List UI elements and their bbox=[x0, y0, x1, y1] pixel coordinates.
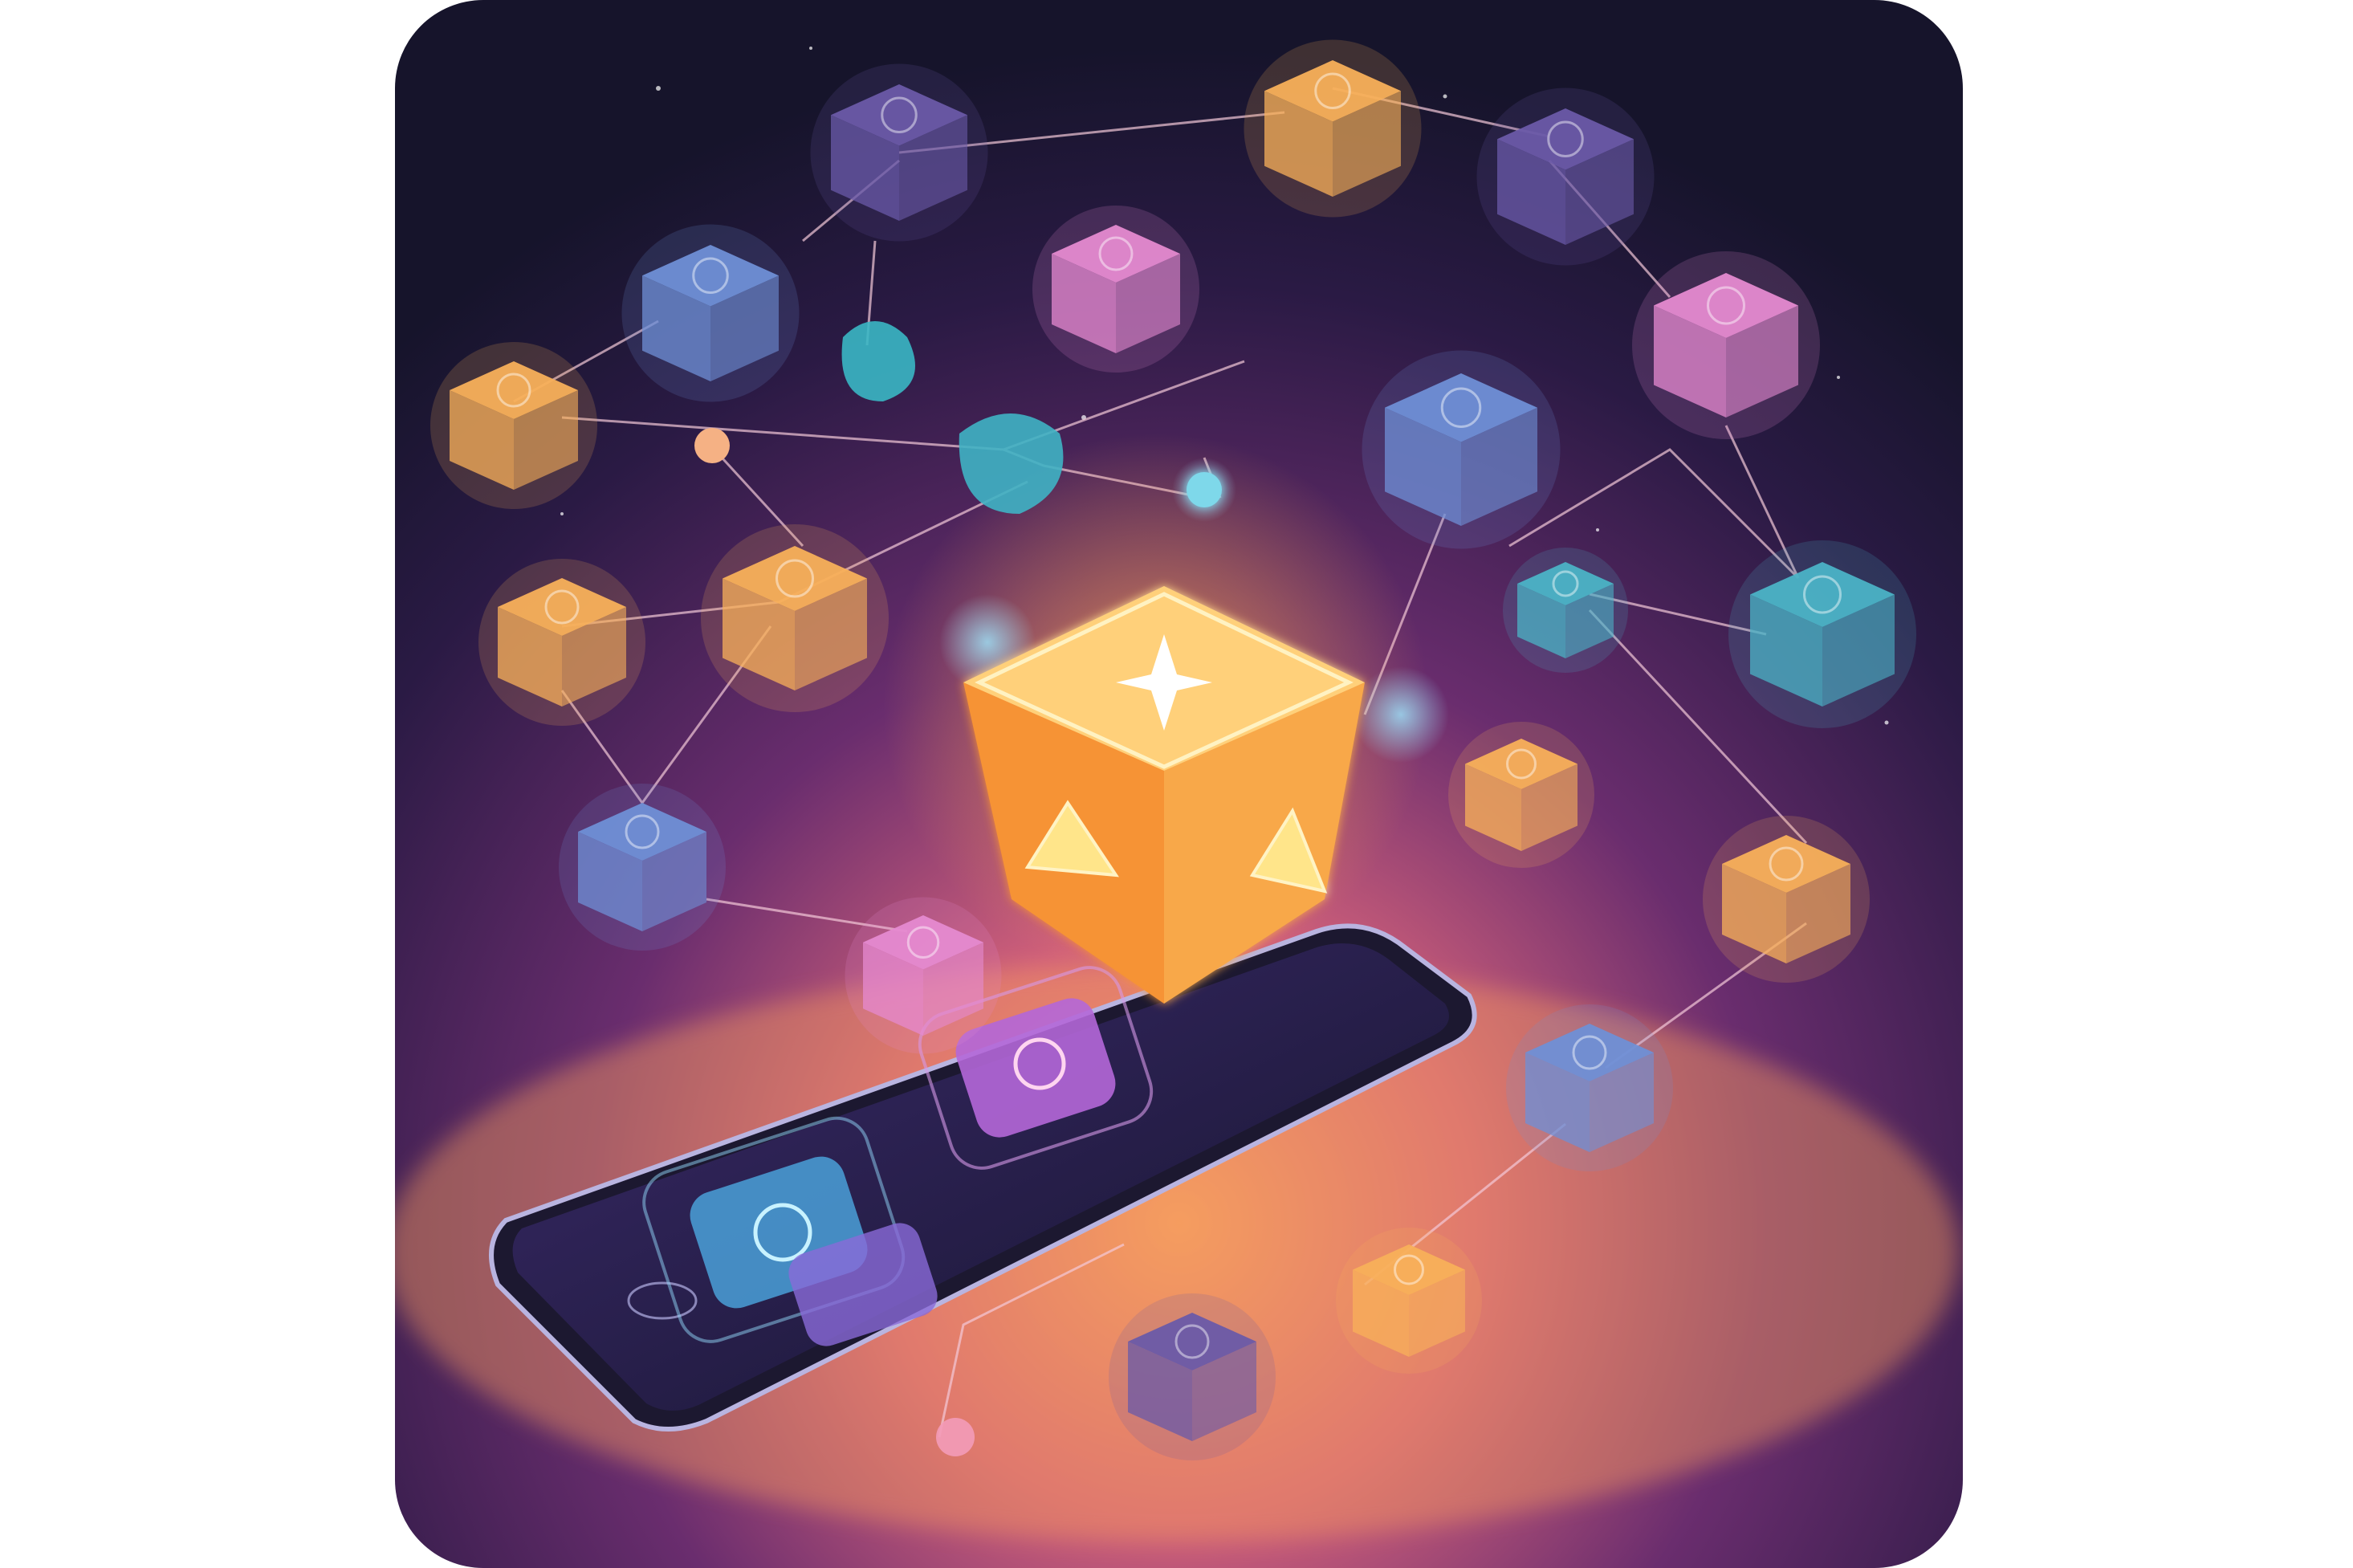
cube-node bbox=[1244, 39, 1422, 218]
cube-network-illustration bbox=[395, 0, 1963, 1568]
cube-node bbox=[1476, 88, 1655, 266]
cube-node bbox=[810, 63, 988, 242]
cube-node bbox=[1362, 350, 1561, 549]
cube-node bbox=[1336, 1228, 1482, 1374]
cube-node bbox=[1506, 1004, 1673, 1171]
cube-node bbox=[1503, 548, 1628, 673]
cube-node bbox=[1032, 206, 1199, 373]
cube-node bbox=[845, 897, 1002, 1054]
cube-node bbox=[559, 784, 726, 951]
cube-node bbox=[1632, 251, 1820, 439]
cube-node bbox=[1448, 722, 1594, 868]
cube-node bbox=[701, 524, 889, 712]
cube-node bbox=[621, 224, 800, 402]
cube-node bbox=[1109, 1293, 1276, 1460]
illustration-page bbox=[0, 0, 2353, 1568]
cube-node bbox=[478, 559, 645, 726]
cube-node bbox=[1728, 540, 1916, 728]
cube-node bbox=[1703, 816, 1870, 983]
cube-node bbox=[430, 342, 597, 509]
